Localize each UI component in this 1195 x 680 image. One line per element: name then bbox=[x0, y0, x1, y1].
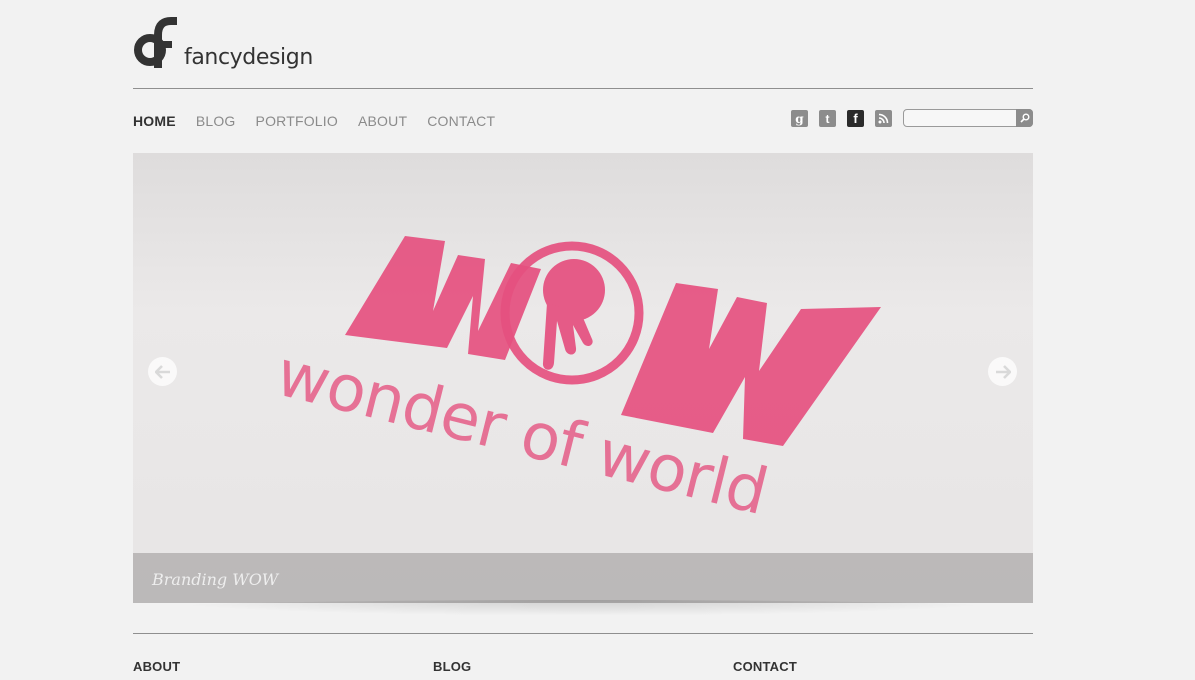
main-nav: HOME BLOG PORTFOLIO ABOUT CONTACT bbox=[133, 113, 495, 129]
arrow-left-icon bbox=[154, 364, 170, 379]
facebook-icon[interactable]: f bbox=[847, 110, 864, 127]
featured-slider: wonder of world Branding WOW bbox=[133, 153, 1033, 603]
nav-item-contact[interactable]: CONTACT bbox=[427, 113, 495, 129]
logo-mark-icon bbox=[134, 17, 177, 68]
slide-caption-bar: Branding WOW bbox=[133, 553, 1033, 603]
rss-icon[interactable] bbox=[875, 110, 892, 127]
footer-heading-blog: BLOG bbox=[433, 659, 472, 674]
footer-heading-about: ABOUT bbox=[133, 659, 181, 674]
logo-text: fancydesign bbox=[184, 45, 313, 70]
site-logo[interactable]: fancydesign bbox=[133, 17, 313, 69]
arrow-right-icon bbox=[995, 364, 1011, 379]
search-input[interactable] bbox=[908, 111, 1014, 125]
search-button[interactable] bbox=[1016, 109, 1033, 127]
nav-item-portfolio[interactable]: PORTFOLIO bbox=[256, 113, 338, 129]
google-icon[interactable]: g bbox=[791, 110, 808, 127]
slider-prev-button[interactable] bbox=[148, 357, 177, 386]
nav-item-home[interactable]: HOME bbox=[133, 113, 176, 129]
page-container: fancydesign HOME BLOG PORTFOLIO ABOUT CO… bbox=[133, 0, 1033, 680]
header-divider bbox=[133, 88, 1033, 89]
footer-heading-contact: CONTACT bbox=[733, 659, 797, 674]
slide-image: wonder of world bbox=[269, 236, 881, 530]
social-links: g t f bbox=[791, 110, 892, 127]
search-box bbox=[903, 109, 1033, 127]
nav-item-blog[interactable]: BLOG bbox=[196, 113, 236, 129]
footer-divider bbox=[133, 633, 1033, 634]
slide-caption: Branding WOW bbox=[152, 570, 279, 589]
slider-shadow bbox=[153, 600, 1013, 616]
nav-item-about[interactable]: ABOUT bbox=[358, 113, 407, 129]
search-icon bbox=[1019, 113, 1029, 123]
twitter-icon[interactable]: t bbox=[819, 110, 836, 127]
slider-next-button[interactable] bbox=[988, 357, 1017, 386]
